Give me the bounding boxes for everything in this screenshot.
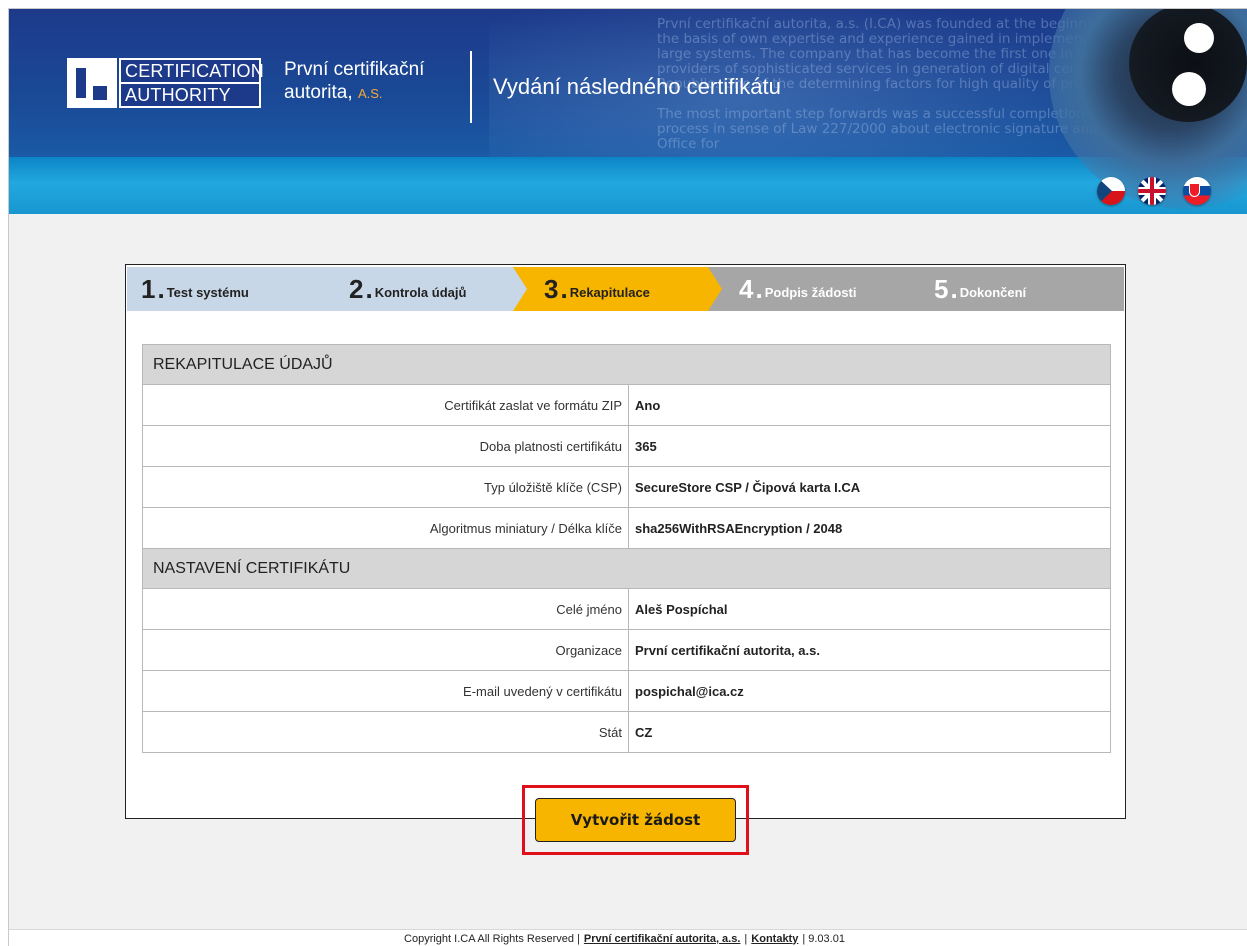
copyright-text: Copyright I.CA All Rights Reserved |: [404, 932, 580, 945]
row-label: E-mail uvedený v certifikátu: [142, 670, 629, 712]
step-test-systemu: 1. Test systému: [127, 267, 334, 311]
step-label: Dokončení: [959, 284, 1027, 300]
table-row: Doba platnosti certifikátu 365: [142, 425, 1111, 467]
step-number: 5: [934, 274, 949, 304]
row-value: SecureStore CSP / Čipová karta I.CA: [628, 466, 1111, 508]
sk-flag-icon[interactable]: [1183, 177, 1211, 205]
table-row: E-mail uvedený v certifikátu pospichal@i…: [142, 670, 1111, 712]
logo-line-1: CERTIFICATION: [121, 60, 264, 84]
table-row: Algoritmus miniatury / Délka klíče sha25…: [142, 507, 1111, 549]
ica-logo-icon: [67, 58, 117, 108]
page-title: Vydání následného certifikátu: [493, 74, 781, 99]
row-value: První certifikační autorita, a.s.: [628, 629, 1111, 671]
ica-logo[interactable]: CERTIFICATION AUTHORITY: [67, 58, 264, 108]
step-label: Kontrola údajů: [374, 284, 467, 300]
ica-logo-text: CERTIFICATION AUTHORITY: [119, 58, 264, 108]
step-rekapitulace: 3. Rekapitulace: [513, 267, 723, 311]
step-label: Rekapitulace: [569, 284, 650, 300]
row-value: sha256WithRSAEncryption / 2048: [628, 507, 1111, 549]
org-name-line-2: autorita, A.S.: [284, 81, 424, 105]
table-row: Typ úložiště klíče (CSP) SecureStore CSP…: [142, 466, 1111, 508]
row-label: Doba platnosti certifikátu: [142, 425, 629, 467]
step-label: Podpis žádosti: [764, 284, 857, 300]
section-title: NASTAVENÍ CERTIFIKÁTU: [142, 548, 1111, 589]
header-band: [9, 157, 1247, 214]
section-header: NASTAVENÍ CERTIFIKÁTU: [142, 548, 1111, 589]
recap-table: REKAPITULACE ÚDAJŮ Certifikát zaslat ve …: [142, 344, 1111, 753]
cz-flag-icon[interactable]: [1097, 177, 1125, 205]
header-divider: [470, 51, 472, 123]
section-title: REKAPITULACE ÚDAJŮ: [142, 344, 1111, 385]
row-value: Aleš Pospíchal: [628, 588, 1111, 630]
wizard-steps: 1. Test systému 2. Kontrola údajů 3. Rek…: [127, 267, 1124, 311]
row-label: Celé jméno: [142, 588, 629, 630]
row-value: 365: [628, 425, 1111, 467]
row-value: Ano: [628, 384, 1111, 426]
step-dokonceni: 5. Dokončení: [903, 267, 1124, 311]
org-name-line-1: První certifikační: [284, 59, 425, 80]
org-name-suffix: A.S.: [357, 86, 383, 101]
table-row: Stát CZ: [142, 711, 1111, 753]
row-label: Organizace: [142, 629, 629, 671]
row-label: Stát: [142, 711, 629, 753]
company-link[interactable]: První certifikační autorita, a.s.: [584, 933, 741, 945]
step-number: 1: [141, 274, 155, 304]
row-value: pospichal@ica.cz: [628, 670, 1111, 712]
version-text: | 9.03.01: [802, 932, 845, 945]
contacts-link[interactable]: Kontakty: [751, 933, 798, 945]
uk-flag-icon[interactable]: [1138, 177, 1166, 205]
table-row: Certifikát zaslat ve formátu ZIP Ano: [142, 384, 1111, 426]
row-label: Algoritmus miniatury / Délka klíče: [142, 507, 629, 549]
step-podpis-zadosti: 4. Podpis žádosti: [708, 267, 918, 311]
wizard-panel: 1. Test systému 2. Kontrola údajů 3. Rek…: [125, 264, 1126, 819]
eye-glint: [1184, 23, 1214, 53]
org-name-text: autorita,: [284, 82, 353, 103]
step-kontrola-udaju: 2. Kontrola údajů: [319, 267, 528, 311]
step-label: Test systému: [166, 284, 249, 300]
section-header: REKAPITULACE ÚDAJŮ: [142, 344, 1111, 385]
eye-glint: [1172, 72, 1206, 106]
row-value: CZ: [628, 711, 1111, 753]
logo-line-2: AUTHORITY: [125, 85, 231, 105]
step-number: 3: [544, 274, 558, 304]
create-request-button[interactable]: Vytvořit žádost: [535, 798, 736, 842]
table-row: Celé jméno Aleš Pospíchal: [142, 588, 1111, 630]
table-row: Organizace První certifikační autorita, …: [142, 629, 1111, 671]
row-label: Certifikát zaslat ve formátu ZIP: [142, 384, 629, 426]
browser-viewport: První certifikační autorita, a.s. (I.CA)…: [8, 8, 1247, 946]
page-header: První certifikační autorita, a.s. (I.CA)…: [9, 9, 1247, 214]
row-label: Typ úložiště klíče (CSP): [142, 466, 629, 508]
organization-name: První certifikační autorita, A.S.: [284, 58, 424, 105]
page-footer: Copyright I.CA All Rights Reserved | Prv…: [9, 929, 1247, 946]
step-number: 4: [739, 274, 753, 304]
step-number: 2: [349, 274, 363, 304]
create-request-highlight: Vytvořit žádost: [522, 785, 749, 855]
footer-separator: |: [744, 932, 748, 945]
